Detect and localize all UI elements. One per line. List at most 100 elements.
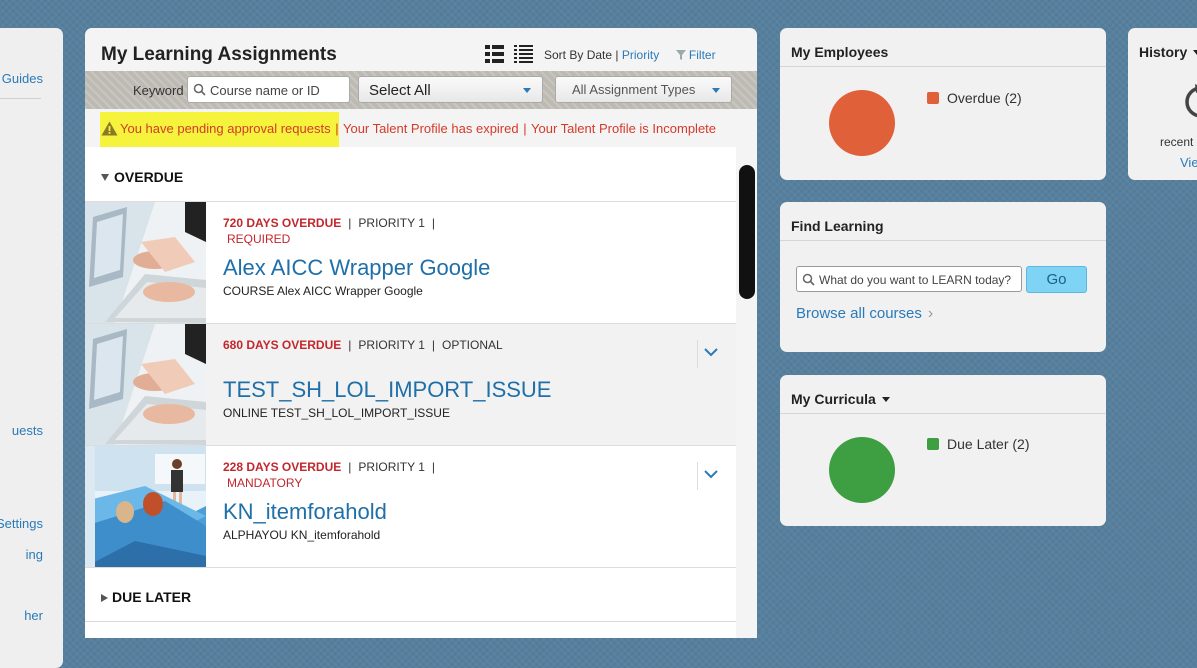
due-later-legend: Due Later (2) [927,436,1029,452]
sort-separator: | [615,48,619,62]
history-view-link[interactable]: Vie [1180,155,1197,170]
overdue-days: 680 DAYS OVERDUE [223,338,342,352]
meta-separator: | [348,216,352,230]
scrollbar-track[interactable] [736,147,757,638]
learn-search-input[interactable] [817,270,1021,290]
section-due-later-row[interactable]: DUE LATER [85,567,736,622]
alert-separator: | [523,121,527,136]
section-overdue-header[interactable]: OVERDUE [101,169,183,185]
go-button[interactable]: Go [1026,266,1087,293]
history-refresh-icon [1185,84,1197,118]
meta-separator: | [431,216,435,230]
detailed-view-icon[interactable] [485,45,504,63]
widget-divider [780,413,1106,414]
browse-all-courses-link[interactable]: Browse all courses › [796,305,933,323]
alert-profile-incomplete[interactable]: Your Talent Profile is Incomplete [531,121,716,136]
history-title-label: History [1139,44,1188,60]
sort-by-priority[interactable]: Priority [622,48,659,62]
overdue-days: 720 DAYS OVERDUE [223,216,342,230]
learning-assignments-panel: My Learning Assignments Sort By Date | P… [85,28,757,638]
warning-icon [101,121,118,136]
due-later-donut-chart[interactable] [829,437,895,503]
assignment-row[interactable]: 680 DAYS OVERDUE | PRIORITY 1 | OPTIONAL TES… [85,323,736,445]
left-nav-item-requests[interactable]: uests [12,423,43,438]
history-widget: History recent Vie [1128,28,1197,180]
sort-controls: Sort By Date | Priority Filter [544,48,716,62]
optional-flag: OPTIONAL [442,338,503,352]
left-nav-divider [0,98,41,99]
chevron-down-icon [704,470,718,479]
left-nav-item-guides[interactable]: Guides [2,71,43,86]
alert-pending-approval[interactable]: You have pending approval requests [120,121,331,136]
meta-separator: | [348,338,352,352]
alert-bar: You have pending approval requests | You… [101,121,716,136]
course-title-link[interactable]: KN_itemforahold [223,499,387,525]
overdue-days: 228 DAYS OVERDUE [223,460,342,474]
my-employees-title[interactable]: My Employees [791,44,888,60]
assignment-meta: 680 DAYS OVERDUE | PRIORITY 1 | OPTIONAL [223,338,503,352]
assignment-meta: 228 DAYS OVERDUE | PRIORITY 1 | [223,460,442,474]
select-all-dropdown[interactable]: Select All [358,76,543,103]
course-title-link[interactable]: TEST_SH_LOL_IMPORT_ISSUE [223,377,552,403]
learn-search-field[interactable] [796,266,1022,292]
course-thumbnail-classroom [85,446,206,567]
keyword-label: Keyword [133,83,184,98]
priority-label: PRIORITY 1 [358,338,425,352]
mandatory-flag: MANDATORY [227,476,303,490]
chevron-down-icon [523,88,531,93]
course-subtitle: ONLINE TEST_SH_LOL_IMPORT_ISSUE [223,406,450,420]
my-curricula-title-label: My Curricula [791,391,876,407]
alert-separator: | [335,121,339,136]
history-title[interactable]: History [1139,44,1197,60]
chevron-down-icon [712,88,720,93]
search-icon [193,83,206,96]
page-title: My Learning Assignments [101,44,337,65]
caret-down-icon [1193,50,1197,55]
caret-down-icon [881,397,890,402]
course-thumbnail-keyboard [85,202,206,323]
keyword-input[interactable] [208,80,348,101]
assignment-row[interactable]: 720 DAYS OVERDUE | PRIORITY 1 | REQUIRED Al… [85,201,736,323]
search-bar: Keyword Select All All Assignment Types [85,71,757,109]
filter-link[interactable]: Filter [689,48,716,62]
expand-row-button[interactable] [697,340,722,368]
chevron-right-icon: › [927,305,934,322]
course-title-link[interactable]: Alex AICC Wrapper Google [223,255,490,281]
my-curricula-title[interactable]: My Curricula [791,391,890,407]
search-icon [802,273,815,286]
list-view-icon[interactable] [514,45,533,63]
assignment-types-value: All Assignment Types [572,82,696,97]
expand-row-button[interactable] [697,462,722,490]
keyword-field[interactable] [187,76,350,103]
overdue-swatch [927,92,939,104]
section-due-later-header[interactable]: DUE LATER [101,589,191,605]
scrollbar-thumb[interactable] [739,165,755,299]
sort-by-label: Sort By [544,48,584,62]
meta-separator: | [348,460,352,474]
course-thumbnail-keyboard [85,324,206,445]
meta-separator: | [431,338,435,352]
assignment-meta: 720 DAYS OVERDUE | PRIORITY 1 | [223,216,442,230]
due-later-legend-label: Due Later (2) [947,436,1030,452]
assignment-row[interactable]: 228 DAYS OVERDUE | PRIORITY 1 | MANDATORY K… [85,445,736,567]
due-later-swatch [927,438,939,450]
overdue-legend: Overdue (2) [927,90,1022,106]
section-overdue-label: OVERDUE [114,169,184,185]
assignment-types-dropdown[interactable]: All Assignment Types [555,76,732,103]
left-nav-item-other[interactable]: her [24,608,43,623]
alert-profile-expired[interactable]: Your Talent Profile has expired [343,121,519,136]
select-all-value: Select All [369,82,431,99]
assignment-list: OVERDUE 720 DAYS OVERDUE | PRIORITY 1 | … [85,147,736,638]
overdue-donut-chart[interactable] [829,90,895,156]
course-subtitle: COURSE Alex AICC Wrapper Google [223,284,423,298]
browse-all-courses-label: Browse all courses [796,305,922,322]
chevron-down-icon [704,348,718,357]
sort-by-date[interactable]: Date [587,48,612,62]
priority-label: PRIORITY 1 [358,216,425,230]
filter-icon[interactable] [675,50,686,60]
find-learning-title: Find Learning [791,218,884,234]
meta-separator: | [431,460,435,474]
my-curricula-widget: My Curricula Due Later (2) [780,375,1106,526]
left-nav-item-learning[interactable]: ing [26,547,43,562]
left-nav-item-settings[interactable]: Settings [0,516,43,531]
